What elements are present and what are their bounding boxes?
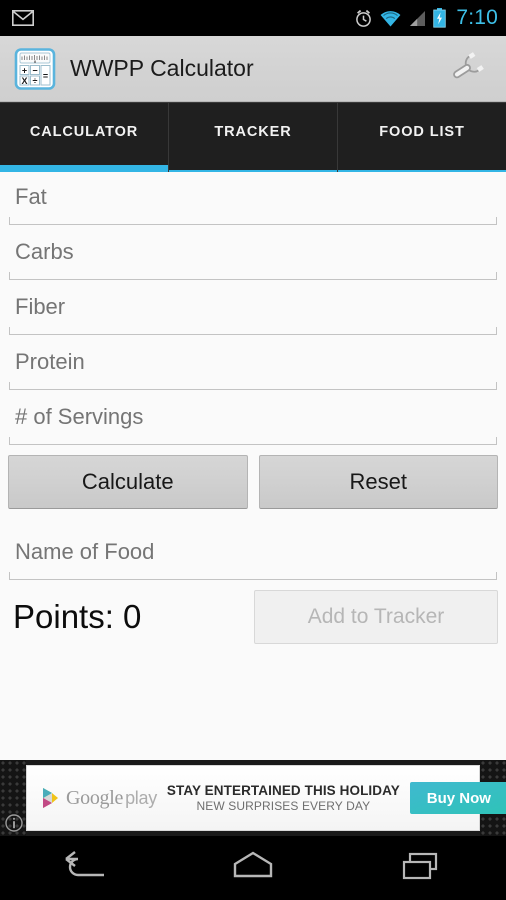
calculate-button[interactable]: Calculate [8, 455, 248, 509]
fat-input[interactable] [15, 176, 491, 218]
back-arrow-icon [58, 849, 110, 888]
add-to-tracker-button[interactable]: Add to Tracker [254, 590, 498, 644]
buy-now-button[interactable]: Buy Now [409, 782, 506, 814]
action-button-row: Calculate Reset [8, 455, 498, 509]
svg-text:÷: ÷ [33, 75, 38, 85]
action-bar: + − = X ÷ WWPP Calculator [0, 36, 506, 102]
cell-signal-icon [408, 10, 426, 27]
page-title: WWPP Calculator [70, 55, 254, 81]
tab-food-list[interactable]: FOOD LIST [338, 103, 506, 172]
field-underline [9, 272, 497, 280]
carbs-field[interactable] [7, 227, 499, 282]
recent-apps-icon [396, 849, 448, 888]
tab-calculator-label: CALCULATOR [29, 124, 139, 140]
protein-input[interactable] [15, 341, 491, 383]
svg-text:−: − [32, 65, 37, 75]
points-row: Points: 0 Add to Tracker [8, 590, 498, 644]
home-button[interactable] [169, 836, 338, 900]
fiber-field[interactable] [7, 282, 499, 337]
wifi-icon [380, 10, 401, 27]
tab-active-indicator [0, 165, 168, 172]
google-play-triangle-icon [41, 787, 61, 809]
field-underline [9, 572, 497, 580]
calculator-app-icon: + − = X ÷ [13, 47, 57, 91]
protein-field[interactable] [7, 337, 499, 392]
servings-field[interactable] [7, 392, 499, 447]
ad-copy: STAY ENTERTAINED THIS HOLIDAY NEW SURPRI… [167, 783, 400, 813]
status-bar-clock: 7:10 [456, 6, 498, 29]
tab-calculator[interactable]: CALCULATOR [0, 103, 169, 172]
carbs-input[interactable] [15, 231, 491, 273]
fat-field[interactable] [7, 172, 499, 227]
svg-text:+: + [22, 65, 27, 75]
ad-brand-suffix: play [125, 787, 157, 808]
wrench-icon[interactable] [446, 49, 492, 89]
tab-bar: CALCULATOR TRACKER FOOD LIST [0, 102, 506, 172]
fiber-input[interactable] [15, 286, 491, 328]
tab-tracker[interactable]: TRACKER [169, 103, 338, 172]
ad-brand-text: Google [66, 786, 124, 809]
points-label: Points: 0 [13, 598, 142, 635]
tab-food-list-label: FOOD LIST [379, 124, 465, 140]
ad-subhead: NEW SURPRISES EVERY DAY [196, 798, 371, 813]
field-underline [9, 382, 497, 390]
info-icon[interactable] [4, 813, 24, 833]
status-bar: 7:10 [0, 0, 506, 36]
back-button[interactable] [0, 836, 169, 900]
ad-banner-container: Google play STAY ENTERTAINED THIS HOLIDAY… [0, 760, 506, 836]
calculator-panel: Calculate Reset Points: 0 Add to Tracker [0, 172, 506, 760]
gmail-icon [12, 10, 34, 26]
status-bar-notifications [12, 10, 354, 26]
servings-input[interactable] [15, 396, 491, 438]
field-underline [9, 327, 497, 335]
reset-button[interactable]: Reset [258, 455, 498, 509]
field-underline [9, 437, 497, 445]
field-underline [9, 217, 497, 225]
ad-headline: STAY ENTERTAINED THIS HOLIDAY [166, 782, 400, 798]
navigation-bar [0, 836, 506, 900]
svg-text:X: X [21, 75, 27, 85]
battery-charging-icon [433, 8, 447, 28]
alarm-icon [354, 9, 373, 28]
google-play-logo: Google play [41, 787, 157, 810]
food-name-input[interactable] [15, 531, 491, 573]
android-screen: 7:10 + − = X ÷ WWPP Calculator CALCULATO… [0, 0, 506, 900]
svg-text:=: = [43, 70, 48, 80]
food-name-field[interactable] [7, 527, 499, 582]
google-play-wordmark: Google play [66, 787, 157, 810]
home-icon [227, 849, 279, 888]
status-bar-system-icons: 7:10 [354, 6, 498, 30]
ad-banner[interactable]: Google play STAY ENTERTAINED THIS HOLIDAY… [26, 765, 506, 831]
recents-button[interactable] [337, 836, 506, 900]
tab-tracker-label: TRACKER [214, 124, 292, 140]
